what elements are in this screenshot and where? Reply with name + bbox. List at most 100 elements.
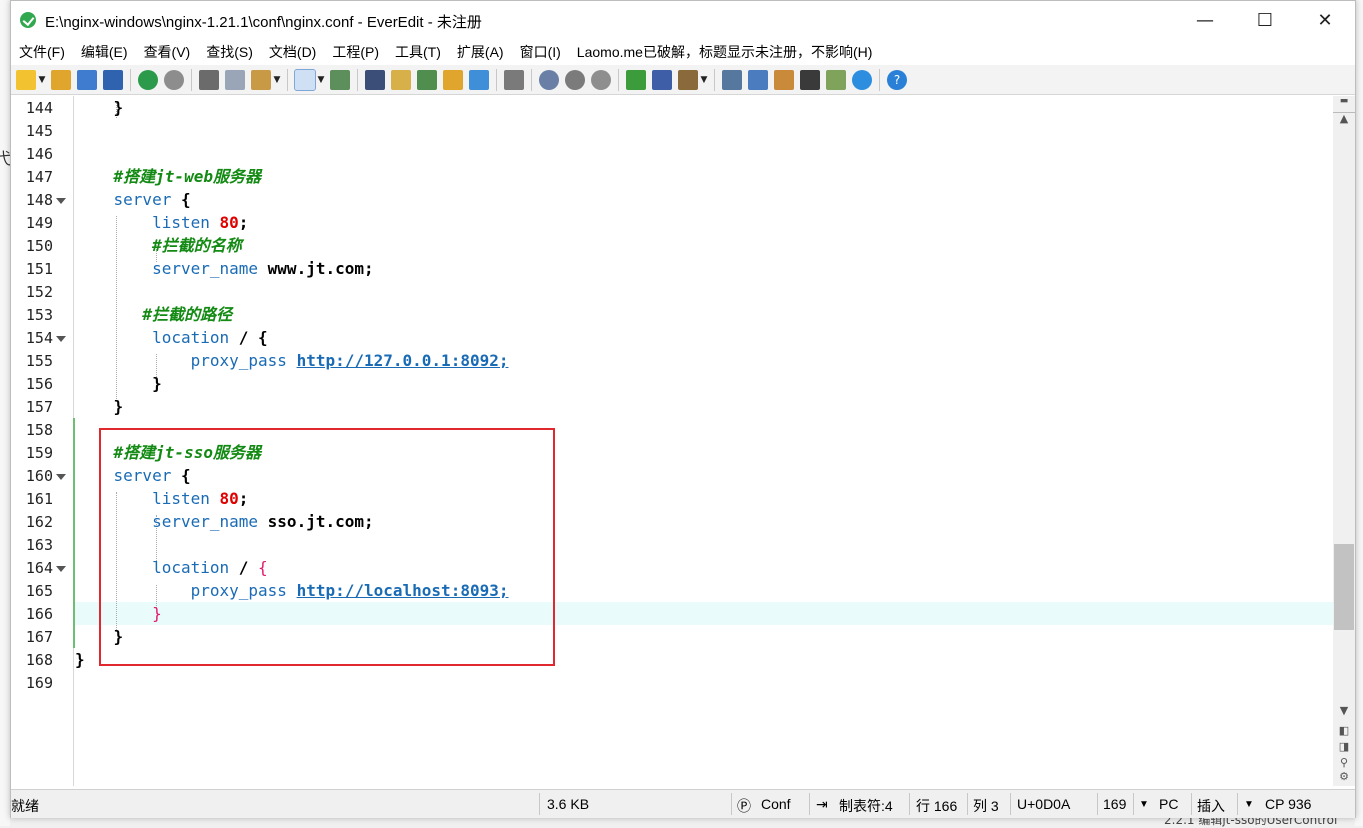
word-wrap-icon[interactable] (294, 68, 316, 91)
toolbar-separator (130, 68, 131, 91)
macro-stop-icon[interactable] (591, 69, 611, 90)
code-line-148: server { (75, 190, 191, 209)
split-handle[interactable]: ▬ (1333, 96, 1355, 113)
outline-icon[interactable] (722, 69, 742, 90)
status-divider (1191, 793, 1192, 815)
line-number: 149 (25, 214, 53, 232)
status-divider (1237, 793, 1238, 815)
new-file-icon[interactable] (16, 69, 36, 90)
status-syntax[interactable]: Conf (761, 796, 791, 812)
toolbar-separator (496, 68, 497, 91)
line-number: 169 (25, 674, 53, 692)
chevron-down-icon[interactable]: ▼ (37, 70, 47, 90)
line-number: 145 (25, 122, 53, 140)
status-tab-size[interactable]: 制表符:4 (839, 796, 893, 816)
redo-icon[interactable] (164, 69, 184, 90)
menu-help[interactable]: Laomo.me已破解，标题显示未注册，不影响(H) (569, 42, 881, 62)
status-divider (1133, 793, 1134, 815)
line-number: 154 (25, 329, 53, 347)
status-insert-mode[interactable]: 插入 (1197, 796, 1225, 816)
plugin-icon[interactable] (626, 69, 646, 90)
menu-search[interactable]: 查找(S) (198, 42, 261, 62)
save-icon[interactable] (77, 69, 97, 90)
status-encoding[interactable]: CP 936 (1265, 796, 1311, 812)
paste-icon[interactable] (251, 69, 271, 90)
line-number: 161 (25, 490, 53, 508)
menu-window[interactable]: 窗口(I) (512, 42, 569, 62)
line-number: 160 (25, 467, 53, 485)
status-divider (809, 793, 810, 815)
highlight-annotation-box (99, 428, 555, 666)
scrollbar-thumb[interactable] (1334, 544, 1354, 630)
sidebar-icon[interactable] (748, 69, 768, 90)
everedit-logo-icon (20, 12, 36, 28)
menu-extensions[interactable]: 扩展(A) (449, 42, 512, 62)
bookmark-icon[interactable]: ◧ (1333, 724, 1355, 740)
tab-indent-icon: ⇥ (816, 796, 828, 812)
status-divider (1010, 793, 1011, 815)
line-number: 158 (25, 421, 53, 439)
menu-bar: 文件(F) 编辑(E) 查看(V) 查找(S) 文档(D) 工程(P) 工具(T… (11, 39, 1355, 65)
line-number: 155 (25, 352, 53, 370)
settings-icon[interactable]: ⚙ (1333, 770, 1355, 786)
status-eol[interactable]: PC (1159, 796, 1178, 812)
status-line: 行 166 (916, 798, 958, 814)
menu-file[interactable]: 文件(F) (11, 42, 73, 62)
encoding-dropdown-icon[interactable]: ▼ (1244, 799, 1254, 810)
line-number: 150 (25, 237, 53, 255)
menu-tools[interactable]: 工具(T) (387, 42, 449, 62)
chevron-down-icon[interactable]: ▼ (316, 70, 326, 90)
replace-icon[interactable] (417, 69, 437, 90)
close-button[interactable]: ✕ (1296, 1, 1354, 39)
copy-icon[interactable] (225, 69, 245, 90)
menu-project[interactable]: 工程(P) (324, 42, 387, 62)
line-number: 167 (25, 628, 53, 646)
structure-icon[interactable] (469, 69, 489, 90)
syntax-icon[interactable]: Ⓟ (737, 796, 751, 816)
undo-icon[interactable] (138, 69, 158, 90)
code-line-154: location / { (75, 328, 268, 347)
title-bar: E:\nginx-windows\nginx-1.21.1\conf\nginx… (11, 1, 1355, 39)
minimize-button[interactable]: — (1176, 1, 1234, 39)
document-icon[interactable] (774, 69, 794, 90)
open-folder-icon[interactable] (51, 69, 71, 90)
code-editor[interactable]: 144 145 146 147 148 149 150 151 152 153 154 155 156 1… (11, 96, 1333, 786)
help-icon[interactable]: ? (887, 69, 907, 90)
code-line-157: } (75, 397, 124, 416)
toolbar-separator (618, 68, 619, 91)
code-line-149: listen 80; (75, 213, 249, 232)
fold-toggle-icon[interactable] (56, 198, 66, 204)
menu-edit[interactable]: 编辑(E) (73, 42, 136, 62)
save-all-icon[interactable] (103, 69, 123, 90)
grid-icon[interactable] (826, 69, 846, 90)
macro-play-icon[interactable] (565, 69, 585, 90)
scroll-down-icon[interactable]: ▼ (1333, 704, 1355, 720)
status-divider (731, 793, 732, 815)
code-line-147: #搭建jt-web服务器 (75, 167, 261, 186)
console-icon[interactable] (800, 69, 820, 90)
fold-toggle-icon[interactable] (56, 566, 66, 572)
menu-view[interactable]: 查看(V) (136, 42, 199, 62)
status-divider (909, 793, 910, 815)
bookmark-next-icon[interactable]: ◨ (1333, 740, 1355, 756)
fold-toggle-icon[interactable] (56, 474, 66, 480)
edit-icon[interactable] (391, 69, 411, 90)
macro-record-icon[interactable] (539, 69, 559, 90)
eol-dropdown-icon[interactable]: ▼ (1139, 799, 1149, 810)
find-icon[interactable] (365, 69, 385, 90)
browser-icon[interactable] (852, 69, 872, 90)
toolbar-separator (357, 68, 358, 91)
terminal-icon[interactable] (652, 69, 672, 90)
menu-document[interactable]: 文档(D) (261, 42, 324, 62)
list-icon[interactable] (330, 69, 350, 90)
fold-toggle-icon[interactable] (56, 336, 66, 342)
find-in-files-icon[interactable] (443, 69, 463, 90)
chevron-down-icon[interactable]: ▼ (699, 70, 709, 90)
chevron-down-icon[interactable]: ▼ (272, 70, 282, 90)
vertical-scrollbar[interactable]: ▬ ▲ ▼ ◧ ◨ ⚲ ⚙ (1333, 96, 1355, 786)
scroll-up-icon[interactable]: ▲ (1333, 112, 1355, 128)
column-icon[interactable] (504, 69, 524, 90)
build-icon[interactable] (678, 69, 698, 90)
cut-icon[interactable] (199, 69, 219, 90)
maximize-button[interactable]: ☐ (1236, 1, 1294, 39)
